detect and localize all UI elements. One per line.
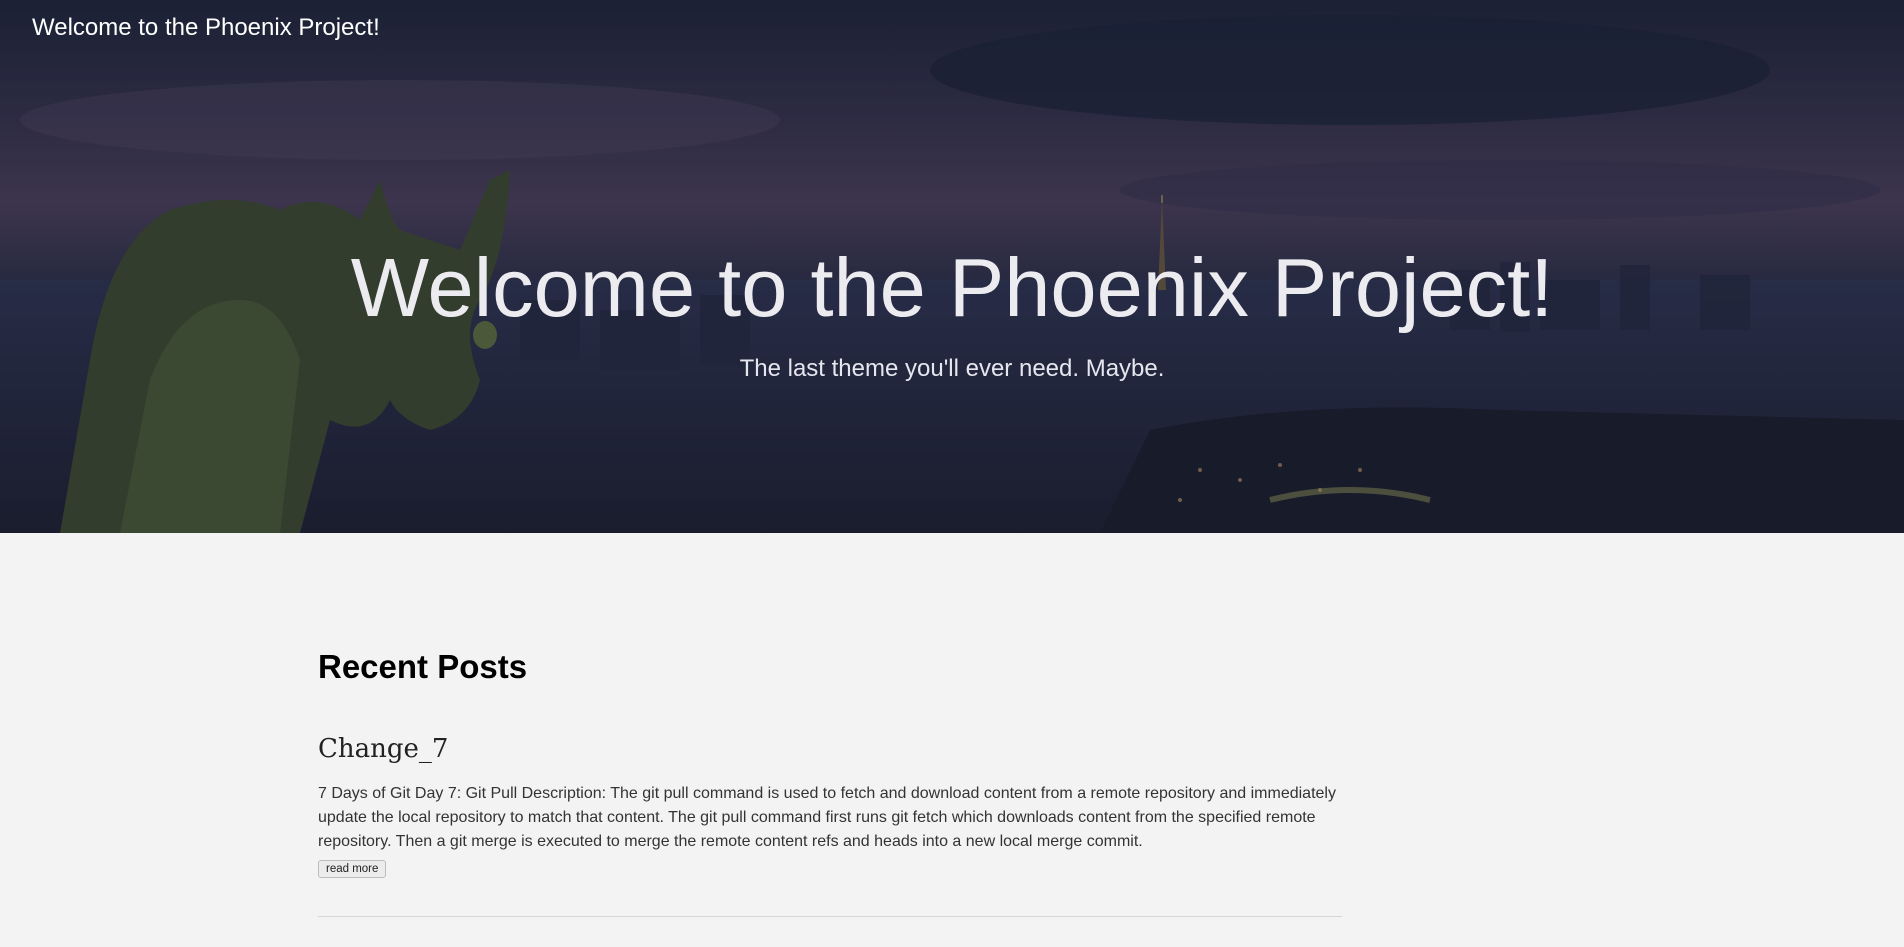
site-title-link[interactable]: Welcome to the Phoenix Project! (32, 14, 380, 42)
post-title-link[interactable]: Change_7 (318, 734, 448, 764)
post-item: Change_7 7 Days of Git Day 7: Git Pull D… (318, 734, 1342, 917)
post-divider (318, 916, 1342, 917)
hero-heading: Welcome to the Phoenix Project! (350, 241, 1554, 334)
post-summary: 7 Days of Git Day 7: Git Pull Descriptio… (318, 785, 1336, 850)
hero-banner: Welcome to the Phoenix Project! Welcome … (0, 0, 1904, 533)
hero-subheading: The last theme you'll ever need. Maybe. (739, 355, 1165, 382)
read-more-button[interactable]: read more (318, 860, 387, 878)
recent-posts-heading: Recent Posts (318, 648, 528, 685)
main-content: Recent Posts Change_7 7 Days of Git Day … (318, 533, 1342, 917)
